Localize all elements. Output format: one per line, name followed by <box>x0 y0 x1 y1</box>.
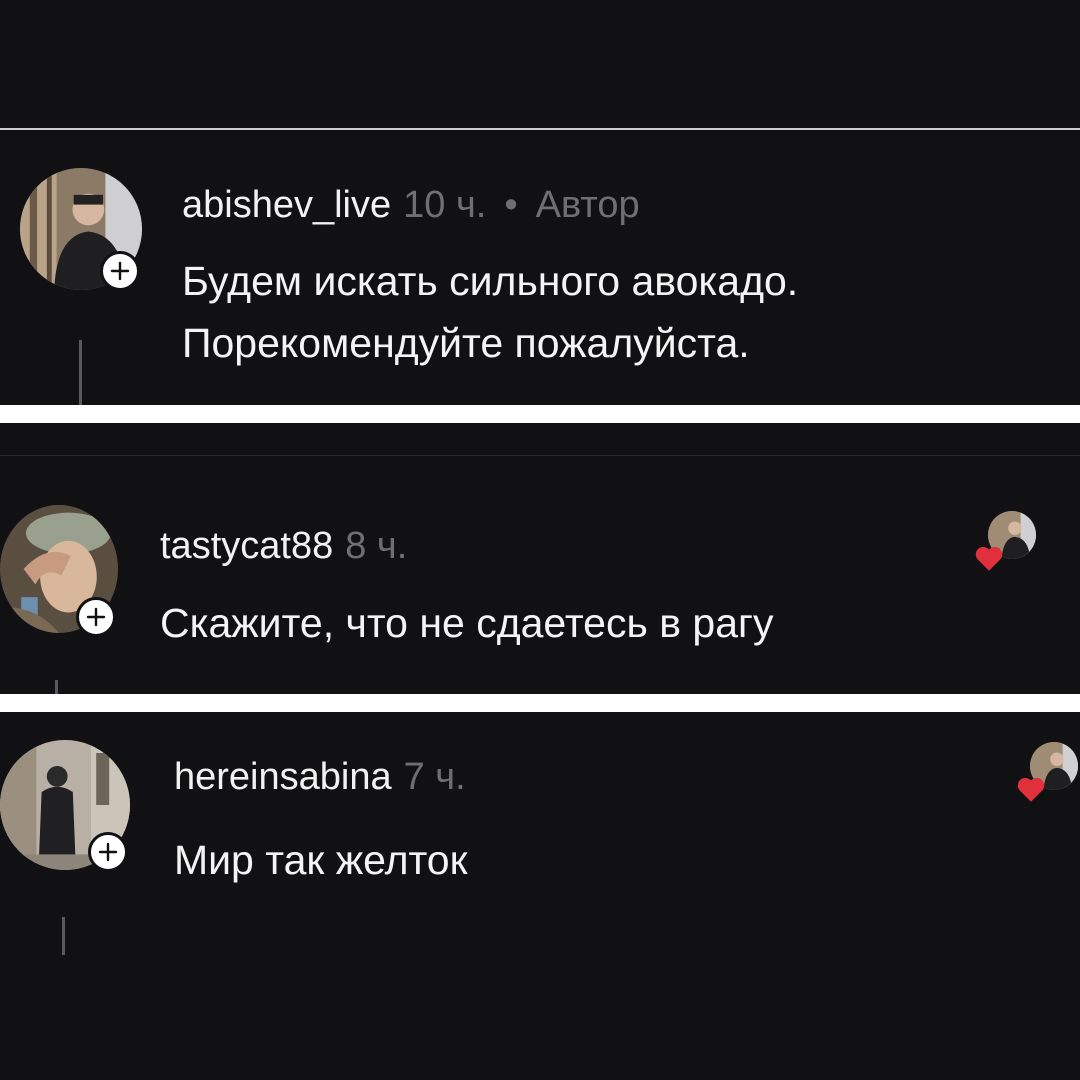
thread-line <box>79 340 82 405</box>
plus-icon <box>98 842 118 862</box>
author-badge: Автор <box>535 184 640 226</box>
author-like-badge <box>972 511 1036 575</box>
comment-line-2: Порекомендуйте пожалуйста. <box>182 320 750 366</box>
heart-icon[interactable] <box>1014 772 1048 806</box>
thread-line <box>55 680 58 694</box>
username[interactable]: abishev_live <box>182 184 391 226</box>
top-divider <box>0 128 1080 130</box>
plus-icon <box>110 261 130 281</box>
comment-meta: tastycat88 8 ч. <box>160 527 407 565</box>
comment-panel-3: hereinsabina 7 ч. Мир так желток <box>0 712 1080 1080</box>
follow-button[interactable] <box>88 832 128 872</box>
comment-panel-2: tastycat88 8 ч. Скажите, что не сдаетесь … <box>0 423 1080 694</box>
username[interactable]: hereinsabina <box>174 756 392 798</box>
follow-button[interactable] <box>76 597 116 637</box>
follow-button[interactable] <box>100 251 140 291</box>
plus-icon <box>86 607 106 627</box>
comment-line-1: Будем искать сильного авокадо. <box>182 258 799 304</box>
thread-line <box>62 917 65 955</box>
author-like-badge <box>1014 742 1078 806</box>
comment-line-1: Мир так желток <box>174 837 468 883</box>
row-divider <box>0 455 1080 456</box>
comment-panel-1: abishev_live 10 ч. • Автор Будем искать сил… <box>0 0 1080 405</box>
comment-text: Мир так желток <box>174 829 468 891</box>
comment-line-1: Скажите, что не сдаетесь в рагу <box>160 600 774 646</box>
comment-text: Будем искать сильного авокадо. Порекомен… <box>182 250 798 374</box>
heart-icon[interactable] <box>972 541 1006 575</box>
timestamp: 10 ч. <box>403 184 487 226</box>
username[interactable]: tastycat88 <box>160 525 333 567</box>
timestamp: 8 ч. <box>345 525 408 567</box>
timestamp: 7 ч. <box>403 756 466 798</box>
comment-meta: hereinsabina 7 ч. <box>174 758 466 796</box>
meta-separator: • <box>504 184 518 226</box>
comment-text: Скажите, что не сдаетесь в рагу <box>160 592 773 654</box>
comment-meta: abishev_live 10 ч. • Автор <box>182 186 640 224</box>
